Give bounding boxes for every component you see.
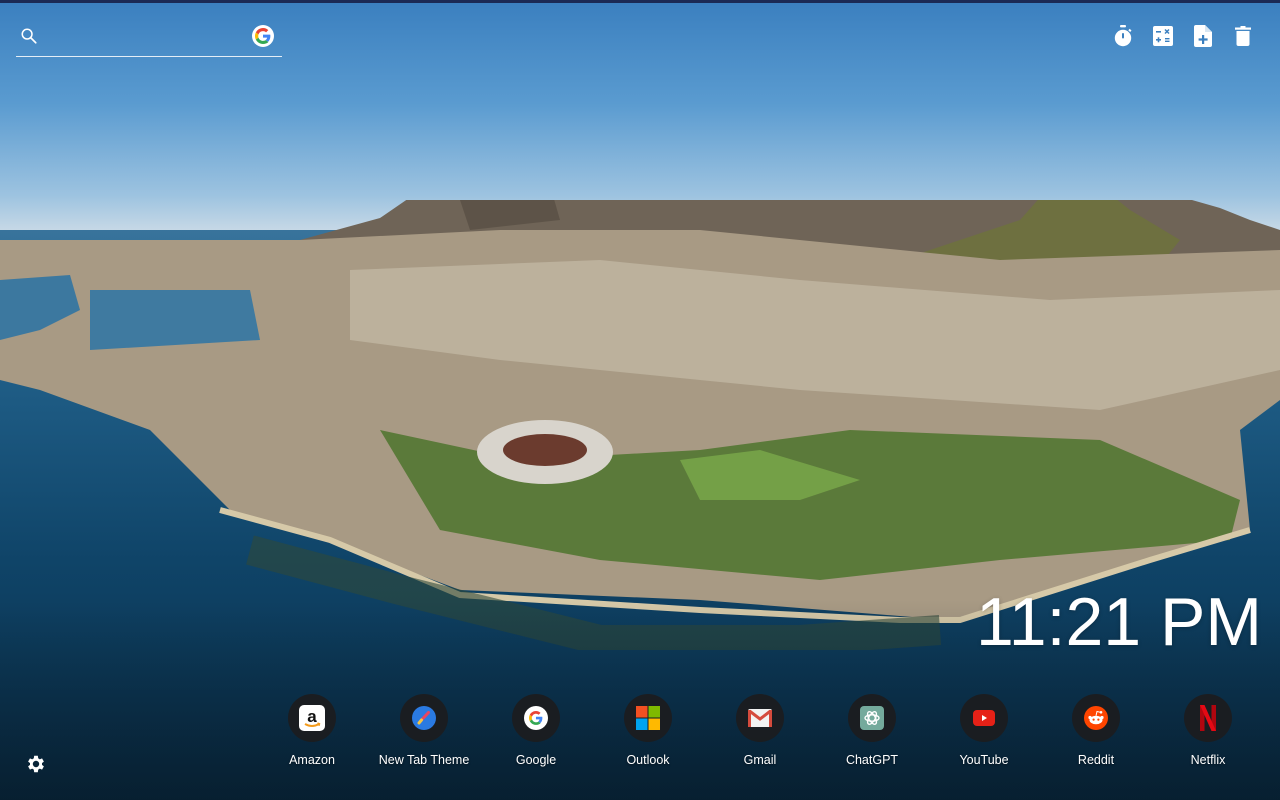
- shortcut-youtube[interactable]: YouTube: [928, 694, 1040, 767]
- shortcut-label: Amazon: [289, 753, 335, 767]
- delete-button[interactable]: [1232, 24, 1254, 48]
- settings-button[interactable]: [25, 753, 47, 775]
- netflix-icon: [1200, 705, 1216, 731]
- shortcut-label: Outlook: [626, 753, 670, 767]
- stopwatch-icon: [1114, 25, 1132, 47]
- google-icon: [524, 706, 548, 730]
- reddit-icon: [1084, 706, 1108, 730]
- timer-button[interactable]: [1112, 24, 1134, 48]
- shortcut-label: Gmail: [743, 753, 777, 767]
- shortcut-gmail[interactable]: Gmail: [704, 694, 816, 767]
- clock-time: 11:21 PM: [975, 584, 1262, 660]
- shortcut-new-tab-theme[interactable]: New Tab Theme: [368, 694, 480, 767]
- shortcut-label: ChatGPT: [845, 753, 899, 767]
- search-icon[interactable]: [20, 27, 38, 45]
- shortcut-label: YouTube: [959, 753, 1009, 767]
- search-bar: [16, 22, 282, 57]
- new-note-button[interactable]: [1192, 24, 1214, 48]
- svg-text:a: a: [307, 707, 317, 726]
- chatgpt-icon: [860, 706, 884, 730]
- shortcut-amazon[interactable]: a Amazon: [256, 694, 368, 767]
- trash-icon: [1235, 26, 1251, 46]
- shortcut-label: Netflix: [1190, 753, 1226, 767]
- microsoft-icon: [636, 706, 660, 730]
- amazon-icon: a: [299, 705, 325, 731]
- youtube-icon: [973, 710, 995, 726]
- shortcuts-bar: a Amazon New Tab Theme Google Outlook Gm…: [256, 694, 1264, 767]
- search-input[interactable]: [50, 24, 244, 52]
- shortcut-outlook[interactable]: Outlook: [592, 694, 704, 767]
- shortcut-label: New Tab Theme: [378, 753, 470, 767]
- shortcut-chatgpt[interactable]: ChatGPT: [816, 694, 928, 767]
- shortcut-reddit[interactable]: Reddit: [1040, 694, 1152, 767]
- gear-icon: [28, 755, 44, 773]
- shortcut-label: Google: [515, 753, 557, 767]
- note-add-icon: [1194, 25, 1212, 47]
- gmail-icon: [748, 709, 772, 727]
- paintbrush-icon: [412, 706, 436, 730]
- shortcut-label: Reddit: [1077, 753, 1115, 767]
- shortcut-netflix[interactable]: Netflix: [1152, 694, 1264, 767]
- google-g-icon[interactable]: [252, 25, 274, 47]
- background-wallpaper: [0, 0, 1280, 800]
- calculator-icon: [1153, 26, 1173, 46]
- shortcut-google[interactable]: Google: [480, 694, 592, 767]
- calculator-button[interactable]: [1152, 24, 1174, 48]
- toolbar: [1112, 24, 1254, 48]
